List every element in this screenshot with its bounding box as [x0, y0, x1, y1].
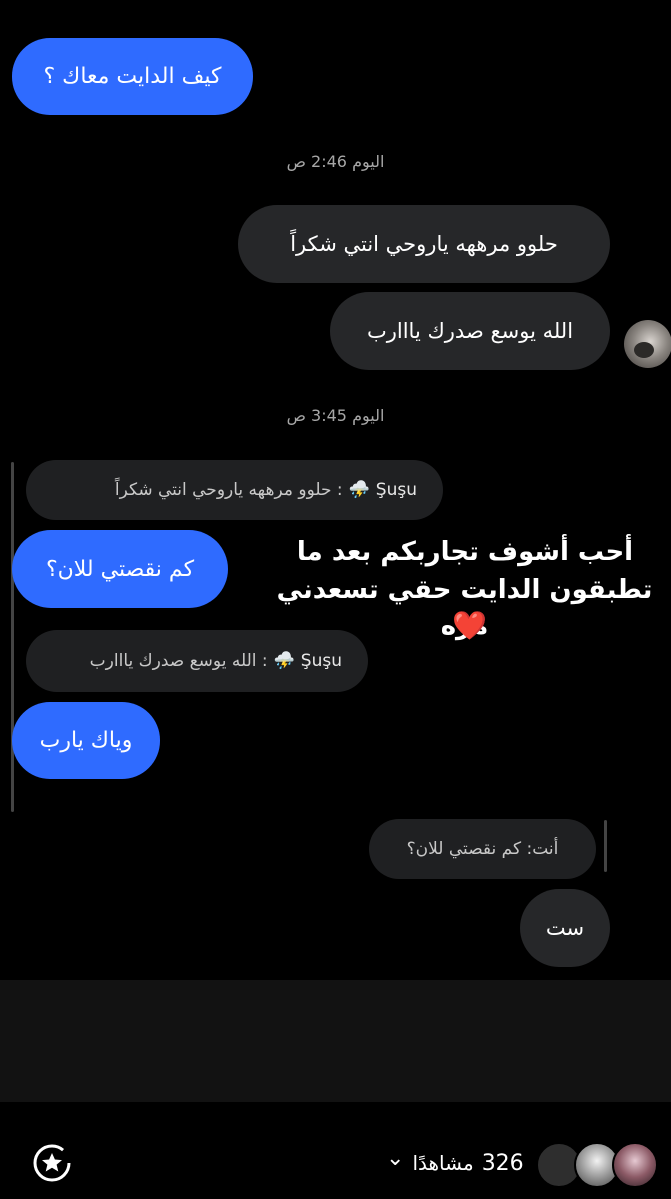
reply-text: : حلوو مرههه ياروحي انتي شكراً	[114, 480, 343, 500]
weather-emoji-icon: ⛈️	[348, 480, 370, 500]
message-bubble-sent-3[interactable]: وياك يارب	[12, 702, 160, 779]
reply-quote-2[interactable]: Şuşu ⛈️ : الله يوسع صدرك يااارب	[26, 630, 368, 692]
story-star-icon[interactable]	[32, 1143, 72, 1183]
reply-text: : الله يوسع صدرك يااارب	[89, 651, 268, 671]
reply-quote-1[interactable]: Şuşu ⛈️ : حلوو مرههه ياروحي انتي شكراً	[26, 460, 443, 520]
message-text: كيف الدايت معاك ؟	[43, 64, 222, 89]
message-text: وياك يارب	[39, 728, 133, 753]
avatar-shape	[634, 342, 654, 358]
views-label: مشاهدًا	[412, 1151, 474, 1175]
message-bubble-received-2[interactable]: الله يوسع صدرك يااارب	[330, 292, 610, 370]
reply-thread-line-right	[604, 820, 607, 872]
message-text: حلوو مرههه ياروحي انتي شكراً	[290, 232, 558, 256]
weather-emoji-icon: ⛈️	[273, 651, 295, 671]
reply-thread-line	[11, 462, 14, 812]
chevron-down-icon: ⌄	[386, 1146, 405, 1171]
message-text: الله يوسع صدرك يااارب	[366, 319, 574, 343]
avatar[interactable]	[624, 320, 671, 368]
message-text: كم نقصتي للان؟	[45, 556, 195, 582]
reply-quote-3[interactable]: أنت: كم نقصتي للان؟	[369, 819, 596, 879]
message-bubble-received-3[interactable]: ست	[520, 889, 610, 967]
viewer-avatars[interactable]	[536, 1139, 668, 1188]
timestamp: اليوم 2:46 ص	[286, 152, 385, 171]
timestamp: اليوم 3:45 ص	[286, 406, 385, 425]
message-text: ست	[545, 916, 585, 940]
reply-author: Şuşu	[300, 651, 342, 671]
reply-author: Şuşu	[375, 480, 417, 500]
message-bubble-sent-1[interactable]: كيف الدايت معاك ؟	[12, 38, 253, 115]
viewer-avatar-3	[612, 1142, 658, 1188]
views-count: 326	[481, 1150, 524, 1176]
message-bubble-sent-2[interactable]: كم نقصتي للان؟	[12, 530, 228, 608]
message-bubble-received-1[interactable]: حلوو مرههه ياروحي انتي شكراً	[238, 205, 610, 283]
viewers-summary[interactable]: ⌄ مشاهدًا 326	[386, 1146, 524, 1180]
bottom-panel	[0, 980, 671, 1102]
heart-icon: ❤️	[452, 609, 487, 642]
reply-text: أنت: كم نقصتي للان؟	[406, 839, 559, 859]
story-overlay-line-1: أحب أشوف تجاربكم بعد ما	[296, 537, 634, 567]
